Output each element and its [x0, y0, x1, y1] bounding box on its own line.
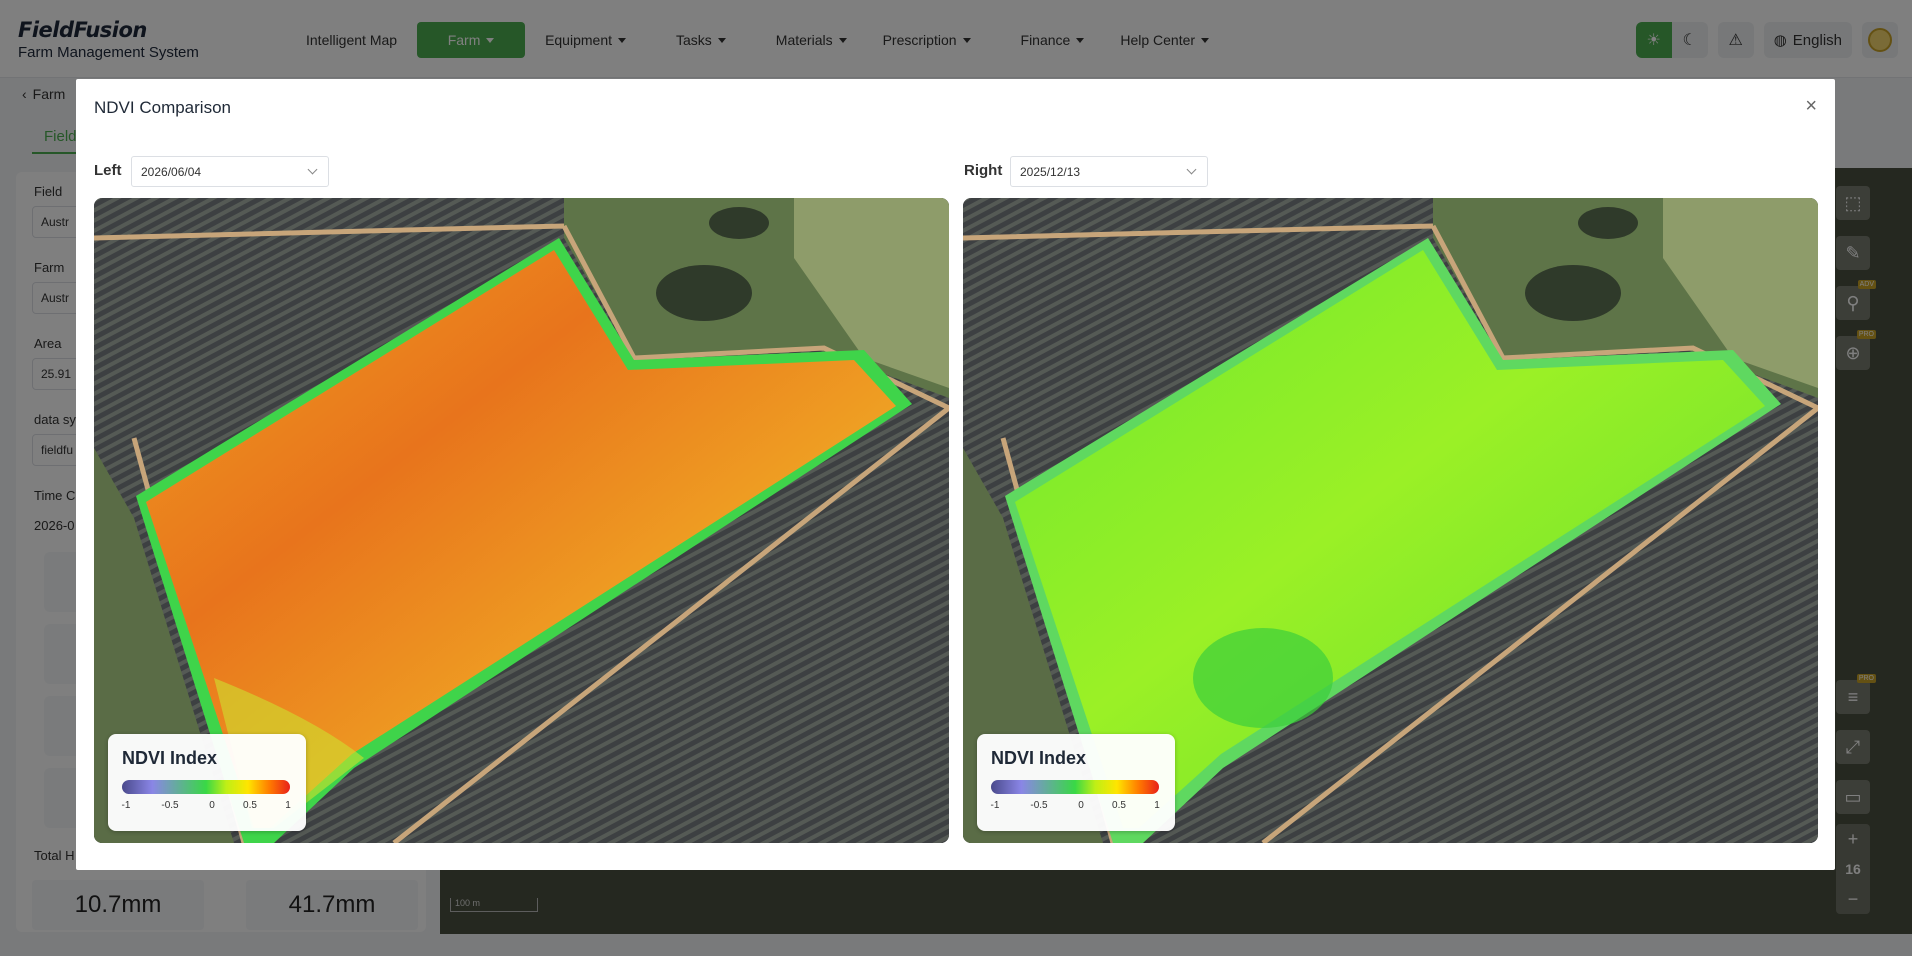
- legend-tick: 0: [1078, 800, 1084, 811]
- legend-tick: -0.5: [1030, 800, 1048, 811]
- legend-title: NDVI Index: [991, 748, 1087, 768]
- legend-ticks: -1 -0.5 0 0.5 1: [990, 800, 1160, 814]
- left-ndvi-map[interactable]: NDVI Index -1 -0.5 0 0.5 1: [94, 198, 949, 843]
- dialog-title: NDVI Comparison: [94, 98, 231, 117]
- legend-ticks: -1 -0.5 0 0.5 1: [121, 800, 291, 814]
- right-date-select[interactable]: 2025/12/13: [1010, 156, 1208, 187]
- right-date-label: Right: [964, 162, 1003, 179]
- legend-color-bar: [122, 780, 290, 794]
- legend-title: NDVI Index: [122, 748, 218, 768]
- legend-tick: -1: [990, 800, 1000, 811]
- legend-tick: 1: [1154, 800, 1160, 811]
- ndvi-legend: NDVI Index -1 -0.5 0 0.5 1: [977, 734, 1175, 831]
- legend-tick: -1: [121, 800, 131, 811]
- right-ndvi-map[interactable]: NDVI Index -1 -0.5 0 0.5 1: [963, 198, 1818, 843]
- left-date-value: 2026/06/04: [141, 165, 202, 179]
- close-icon[interactable]: ×: [1805, 96, 1817, 116]
- chevron-down-icon: [1186, 164, 1197, 175]
- ndvi-legend: NDVI Index -1 -0.5 0 0.5 1: [108, 734, 306, 831]
- legend-tick: 0.5: [1112, 800, 1126, 811]
- legend-tick: -0.5: [161, 800, 179, 811]
- left-date-select[interactable]: 2026/06/04: [131, 156, 329, 187]
- legend-tick: 0.5: [243, 800, 257, 811]
- legend-tick: 0: [209, 800, 215, 811]
- legend-color-bar: [991, 780, 1159, 794]
- ndvi-comparison-dialog: NDVI Comparison × Left 2026/06/04 Right …: [76, 79, 1835, 870]
- right-date-value: 2025/12/13: [1020, 165, 1081, 179]
- left-date-label: Left: [94, 162, 122, 179]
- chevron-down-icon: [307, 164, 318, 175]
- legend-tick: 1: [285, 800, 291, 811]
